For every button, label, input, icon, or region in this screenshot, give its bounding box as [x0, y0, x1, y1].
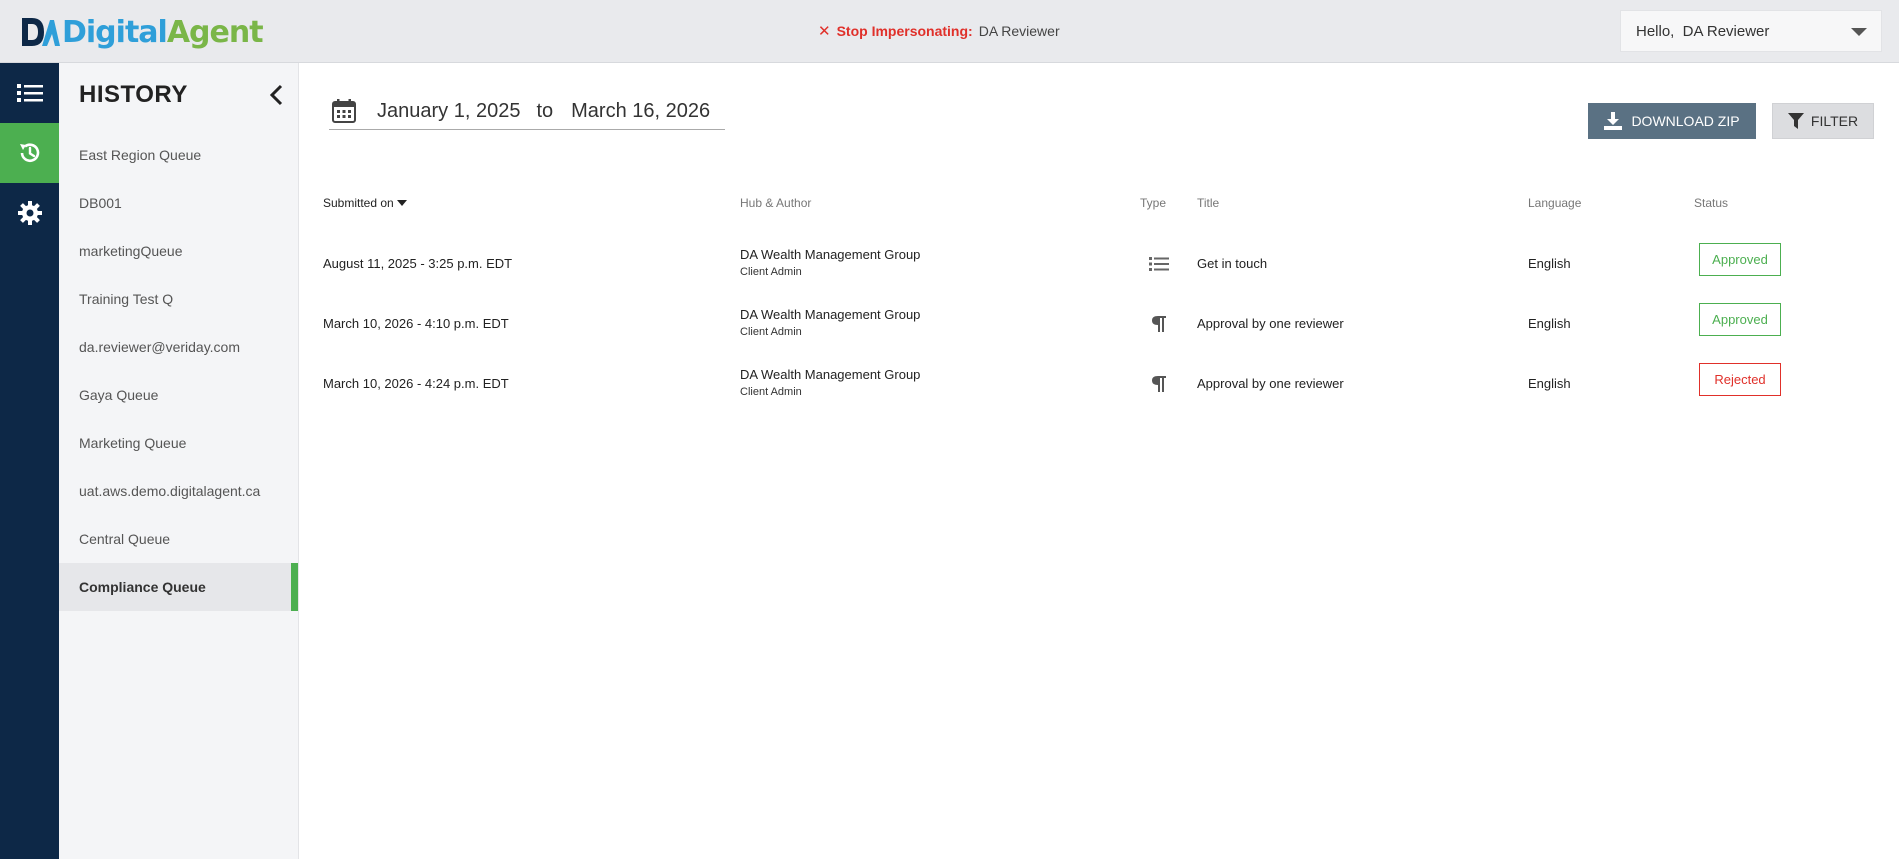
close-icon: ✕: [818, 23, 831, 40]
stop-impersonating-link[interactable]: ✕ Stop Impersonating: DA Reviewer: [818, 22, 1060, 40]
column-header-title: Title: [1197, 196, 1220, 210]
queue-item-uat-aws[interactable]: uat.aws.demo.digitalagent.ca: [59, 467, 298, 515]
sidebar-title: HISTORY: [79, 81, 188, 108]
gear-icon: [17, 201, 42, 225]
main-content: January 1, 2025 to March 16, 2026 DOWNLO…: [299, 63, 1899, 859]
download-icon: [1604, 112, 1623, 130]
status-badge: Approved: [1699, 303, 1781, 336]
hub-name: DA Wealth Management Group: [740, 307, 921, 322]
paragraph-icon: [1152, 376, 1166, 392]
list-icon: [16, 84, 43, 102]
rail-button-settings[interactable]: [0, 183, 59, 243]
item-language: English: [1528, 256, 1571, 271]
submitted-date: March 10, 2026 - 4:10 p.m. EDT: [323, 316, 509, 331]
column-header-submitted[interactable]: Submitted on: [323, 196, 407, 210]
item-language: English: [1528, 316, 1571, 331]
hub-author: DA Wealth Management Group Client Admin: [740, 247, 920, 278]
stop-impersonating-label: Stop Impersonating:: [836, 23, 973, 39]
item-language: English: [1528, 376, 1571, 391]
filter-label: FILTER: [1810, 113, 1859, 129]
impersonated-user: DA Reviewer: [978, 23, 1060, 39]
type-cell: [1148, 313, 1170, 335]
filter-icon: [1787, 113, 1804, 129]
queue-item-marketing[interactable]: Marketing Queue: [59, 419, 298, 467]
calendar-icon: [332, 99, 356, 123]
queue-item-training-test-q[interactable]: Training Test Q: [59, 275, 298, 323]
logo-text: DigitalAgent: [62, 14, 264, 50]
queue-item-db001[interactable]: DB001: [59, 179, 298, 227]
author-name: Client Admin: [740, 266, 802, 278]
sort-down-icon: [396, 200, 407, 206]
rail-button-history[interactable]: [0, 123, 59, 183]
item-title[interactable]: Get in touch: [1197, 256, 1267, 271]
hub-name: DA Wealth Management Group: [740, 247, 921, 262]
filter-button[interactable]: FILTER: [1772, 103, 1874, 139]
user-menu-dropdown[interactable]: Hello, DA Reviewer: [1620, 10, 1882, 52]
author-name: Client Admin: [740, 326, 802, 338]
history-icon: [19, 143, 39, 162]
queue-item-east-region[interactable]: East Region Queue: [59, 131, 298, 179]
icon-rail: [0, 63, 59, 859]
date-separator: to: [536, 99, 554, 122]
author-name: Client Admin: [740, 386, 802, 398]
type-cell: [1148, 373, 1170, 395]
rail-button-list[interactable]: [0, 63, 59, 123]
download-zip-label: DOWNLOAD ZIP: [1631, 113, 1740, 129]
column-header-submitted-label: Submitted on: [323, 196, 394, 210]
queue-item-gaya[interactable]: Gaya Queue: [59, 371, 298, 419]
type-cell: [1148, 253, 1170, 275]
item-title[interactable]: Approval by one reviewer: [1197, 376, 1344, 391]
queue-list: East Region Queue DB001 marketingQueue T…: [59, 131, 298, 611]
list-icon: [1149, 257, 1169, 271]
date-from[interactable]: January 1, 2025: [377, 100, 520, 123]
submitted-date: August 11, 2025 - 3:25 p.m. EDT: [323, 256, 513, 271]
logo-text-digital: Digital: [62, 14, 168, 50]
collapse-sidebar-button[interactable]: [265, 83, 289, 107]
digital-agent-logo[interactable]: DigitalAgent: [20, 12, 264, 52]
user-greeting: Hello, DA Reviewer: [1636, 22, 1770, 40]
top-header: DigitalAgent ✕ Stop Impersonating: DA Re…: [0, 0, 1899, 63]
logo-text-agent: Agent: [166, 14, 264, 50]
column-header-language: Language: [1528, 196, 1582, 210]
table-row[interactable]: March 10, 2026 - 4:10 p.m. EDT DA Wealth…: [299, 293, 1899, 353]
queue-item-central[interactable]: Central Queue: [59, 515, 298, 563]
queue-item-compliance[interactable]: Compliance Queue: [59, 563, 298, 611]
hub-name: DA Wealth Management Group: [740, 367, 921, 382]
chevron-down-icon: [1851, 28, 1867, 36]
date-range-picker[interactable]: January 1, 2025 to March 16, 2026: [329, 93, 725, 130]
column-header-hub: Hub & Author: [740, 196, 812, 210]
hub-author: DA Wealth Management Group Client Admin: [740, 307, 920, 338]
paragraph-icon: [1152, 316, 1166, 332]
date-to[interactable]: March 16, 2026: [571, 100, 710, 123]
submitted-date: March 10, 2026 - 4:24 p.m. EDT: [323, 376, 509, 391]
queue-item-marketingqueue[interactable]: marketingQueue: [59, 227, 298, 275]
hub-author: DA Wealth Management Group Client Admin: [740, 367, 920, 398]
download-zip-button[interactable]: DOWNLOAD ZIP: [1588, 103, 1756, 139]
item-title[interactable]: Approval by one reviewer: [1197, 316, 1344, 331]
queue-item-da-reviewer[interactable]: da.reviewer@veriday.com: [59, 323, 298, 371]
logo-mark-icon: [22, 18, 60, 46]
table-row[interactable]: March 10, 2026 - 4:24 p.m. EDT DA Wealth…: [299, 353, 1899, 413]
chevron-left-icon: [269, 84, 283, 106]
table-row[interactable]: August 11, 2025 - 3:25 p.m. EDT DA Wealt…: [299, 233, 1899, 293]
history-sidebar: HISTORY East Region Queue DB001 marketin…: [59, 63, 299, 859]
status-badge: Approved: [1699, 243, 1781, 276]
column-header-status: Status: [1694, 196, 1729, 210]
column-header-type: Type: [1140, 196, 1167, 210]
table-header: Submitted on Hub & Author Type Title Lan…: [299, 196, 1899, 216]
status-badge: Rejected: [1699, 363, 1781, 396]
